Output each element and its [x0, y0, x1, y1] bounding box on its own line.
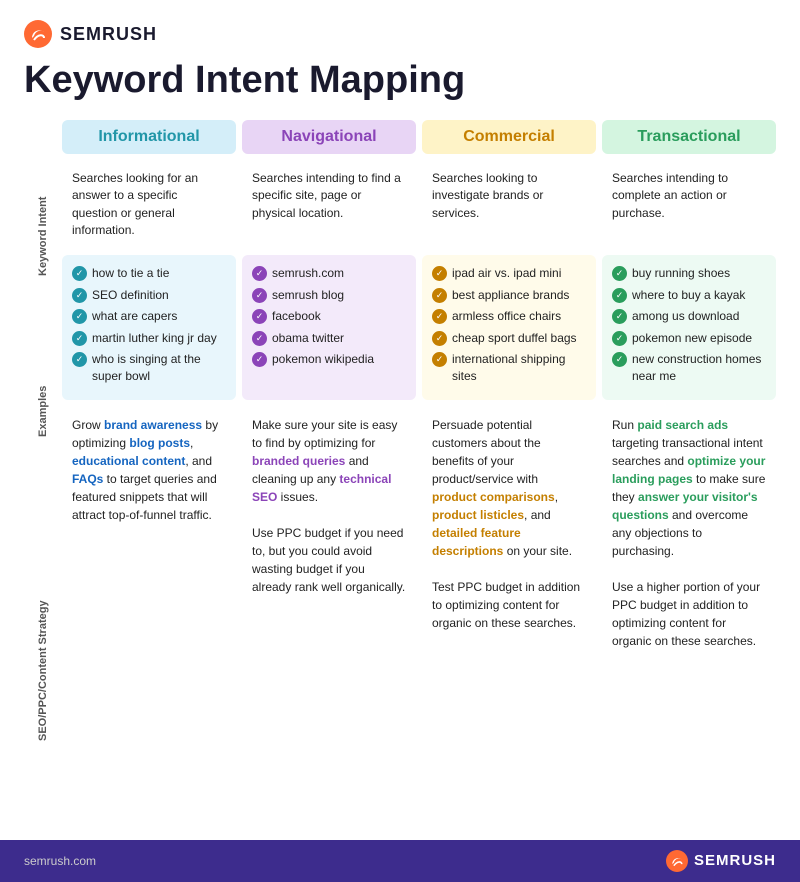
cell-informational-examples: ✓how to tie a tie ✓SEO definition ✓what … [62, 255, 236, 399]
list-item: ✓semrush blog [252, 287, 406, 304]
cell-navigational-examples: ✓semrush.com ✓semrush blog ✓facebook ✓ob… [242, 255, 416, 399]
footer: semrush.com SEMRUSH [0, 840, 800, 882]
check-icon: ✓ [432, 352, 447, 367]
row-label-examples: Examples [24, 306, 62, 516]
logo-text: SEMRUSH [60, 24, 157, 45]
row-labels: Keyword Intent Examples SEO/PPC/Content … [24, 120, 62, 826]
check-icon: ✓ [432, 309, 447, 324]
check-icon: ✓ [432, 266, 447, 281]
col-header-transactional: Transactional [602, 120, 776, 154]
list-item: ✓among us download [612, 308, 766, 325]
check-icon: ✓ [612, 331, 627, 346]
cell-commercial-examples: ✓ipad air vs. ipad mini ✓best appliance … [422, 255, 596, 399]
list-item: ✓best appliance brands [432, 287, 586, 304]
check-icon: ✓ [72, 331, 87, 346]
check-icon: ✓ [252, 288, 267, 303]
check-icon: ✓ [432, 331, 447, 346]
list-item: ✓facebook [252, 308, 406, 325]
cell-commercial-desc: Searches looking to investigate brands o… [422, 160, 596, 250]
check-icon: ✓ [252, 331, 267, 346]
footer-logo-icon [666, 850, 688, 872]
strategy-row: Grow brand awareness by optimizing blog … [62, 406, 776, 660]
check-icon: ✓ [72, 266, 87, 281]
row-label-keyword-intent: Keyword Intent [24, 166, 62, 306]
cell-informational-desc: Searches looking for an answer to a spec… [62, 160, 236, 250]
examples-row: ✓how to tie a tie ✓SEO definition ✓what … [62, 255, 776, 399]
footer-url: semrush.com [24, 854, 96, 868]
check-icon: ✓ [432, 288, 447, 303]
semrush-logo-icon [24, 20, 52, 48]
description-row: Searches looking for an answer to a spec… [62, 160, 776, 250]
page: SEMRUSH Keyword Intent Mapping Keyword I… [0, 0, 800, 826]
footer-logo: SEMRUSH [666, 850, 776, 872]
list-item: ✓how to tie a tie [72, 265, 226, 282]
list-item: ✓buy running shoes [612, 265, 766, 282]
data-rows: Searches looking for an answer to a spec… [62, 160, 776, 660]
check-icon: ✓ [252, 266, 267, 281]
list-item: ✓martin luther king jr day [72, 330, 226, 347]
list-item: ✓pokemon new episode [612, 330, 766, 347]
row-label-strategy: SEO/PPC/Content Strategy [24, 516, 62, 826]
col-header-informational: Informational [62, 120, 236, 154]
check-icon: ✓ [612, 309, 627, 324]
list-item: ✓ipad air vs. ipad mini [432, 265, 586, 282]
list-item: ✓pokemon wikipedia [252, 351, 406, 368]
cell-transactional-examples: ✓buy running shoes ✓where to buy a kayak… [602, 255, 776, 399]
check-icon: ✓ [72, 352, 87, 367]
col-headers: Informational Navigational Commercial Tr… [62, 120, 776, 154]
check-icon: ✓ [252, 309, 267, 324]
page-title: Keyword Intent Mapping [24, 60, 776, 102]
check-icon: ✓ [252, 352, 267, 367]
cell-transactional-desc: Searches intending to complete an action… [602, 160, 776, 250]
check-icon: ✓ [72, 309, 87, 324]
main-table: Keyword Intent Examples SEO/PPC/Content … [24, 120, 776, 826]
list-item: ✓international shipping sites [432, 351, 586, 386]
check-icon: ✓ [612, 288, 627, 303]
list-item: ✓who is singing at the super bowl [72, 351, 226, 386]
list-item: ✓where to buy a kayak [612, 287, 766, 304]
list-item: ✓new construction homes near me [612, 351, 766, 386]
footer-logo-text: SEMRUSH [694, 852, 776, 869]
check-icon: ✓ [72, 288, 87, 303]
list-item: ✓armless office chairs [432, 308, 586, 325]
check-icon: ✓ [612, 352, 627, 367]
list-item: ✓SEO definition [72, 287, 226, 304]
list-item: ✓obama twitter [252, 330, 406, 347]
cell-navigational-desc: Searches intending to find a specific si… [242, 160, 416, 250]
cell-navigational-strategy: Make sure your site is easy to find by o… [242, 406, 416, 660]
cell-informational-strategy: Grow brand awareness by optimizing blog … [62, 406, 236, 660]
list-item: ✓semrush.com [252, 265, 406, 282]
list-item: ✓what are capers [72, 308, 226, 325]
check-icon: ✓ [612, 266, 627, 281]
cell-transactional-strategy: Run paid search ads targeting transactio… [602, 406, 776, 660]
cell-commercial-strategy: Persuade potential customers about the b… [422, 406, 596, 660]
header: SEMRUSH [24, 20, 776, 48]
col-header-commercial: Commercial [422, 120, 596, 154]
col-header-navigational: Navigational [242, 120, 416, 154]
list-item: ✓cheap sport duffel bags [432, 330, 586, 347]
grid: Informational Navigational Commercial Tr… [62, 120, 776, 826]
